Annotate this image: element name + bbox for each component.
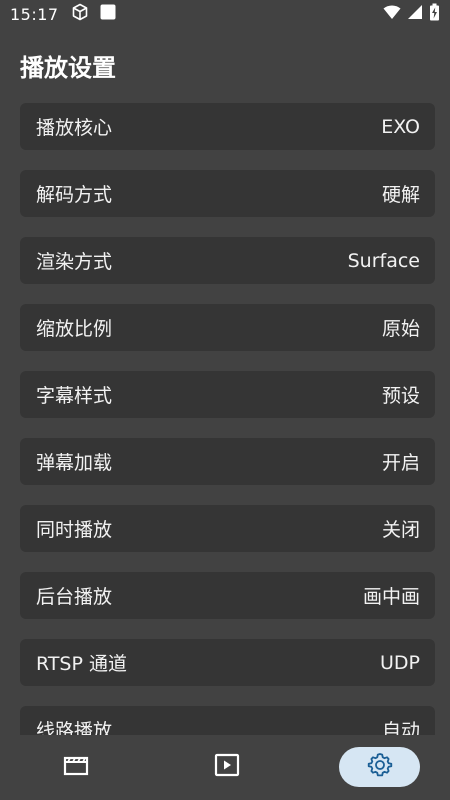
setting-value: 关闭 [381,519,420,541]
signal-icon [407,4,423,24]
setting-value: 开启 [381,452,420,474]
nav-player[interactable] [191,747,263,787]
setting-item-playback-core[interactable]: 播放核心 EXO [20,103,435,150]
setting-value: Surface [347,249,420,272]
clapperboard-icon [63,752,89,782]
settings-list[interactable]: 播放核心 EXO 解码方式 硬解 渲染方式 Surface 缩放比例 原始 字幕… [20,103,435,735]
setting-value: 自动 [381,720,420,735]
setting-label: 播放核心 [36,117,113,139]
page-title: 播放设置 [20,54,116,82]
nav-video-library[interactable] [40,747,112,787]
setting-item-decode-mode[interactable]: 解码方式 硬解 [20,170,435,217]
setting-value: 硬解 [381,184,420,206]
setting-item-simultaneous-play[interactable]: 同时播放 关闭 [20,505,435,552]
setting-item-danmaku-loading[interactable]: 弹幕加载 开启 [20,438,435,485]
bottom-nav [0,735,450,800]
setting-value: 原始 [381,318,420,340]
setting-label: 线路播放 [36,720,113,735]
wifi-icon [383,4,401,24]
play-icon [214,752,240,782]
setting-value: UDP [380,651,420,674]
setting-label: 字幕样式 [36,385,113,407]
setting-value: 预设 [381,385,420,407]
battery-charging-icon [429,3,440,25]
setting-item-rtsp-channel[interactable]: RTSP 通道 UDP [20,639,435,686]
square-notification-icon [99,3,117,25]
setting-item-render-mode[interactable]: 渲染方式 Surface [20,237,435,284]
setting-label: 后台播放 [36,586,113,608]
setting-value: EXO [381,115,420,138]
setting-item-scale-ratio[interactable]: 缩放比例 原始 [20,304,435,351]
setting-label: 渲染方式 [36,251,113,273]
status-time: 15:17 [10,4,59,24]
status-right-icons [383,3,440,25]
setting-value: 画中画 [362,586,420,608]
nav-settings[interactable] [339,747,420,787]
cube-icon [71,3,89,25]
setting-label: 缩放比例 [36,318,113,340]
setting-label: 弹幕加载 [36,452,113,474]
setting-label: 同时播放 [36,519,113,541]
gear-icon [367,752,393,782]
setting-label: 解码方式 [36,184,113,206]
setting-item-subtitle-style[interactable]: 字幕样式 预设 [20,371,435,418]
setting-item-background-play[interactable]: 后台播放 画中画 [20,572,435,619]
setting-item-route-play[interactable]: 线路播放 自动 [20,706,435,735]
status-left-icons [71,3,117,25]
setting-label: RTSP 通道 [36,653,127,675]
status-bar: 15:17 [0,0,450,28]
